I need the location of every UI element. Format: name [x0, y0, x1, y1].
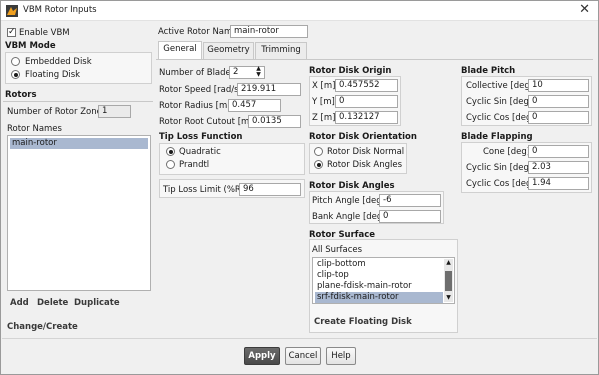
root-cutout-label: Rotor Root Cutout [m]	[159, 117, 253, 127]
collective-field[interactable]: 10	[528, 79, 589, 92]
flap-cyclic-sin-label: Cyclic Sin [deg]	[466, 163, 533, 173]
active-rotor-field[interactable]: main-rotor	[230, 25, 308, 38]
tab-trimming[interactable]: Trimming	[255, 42, 307, 59]
flap-cyclic-cos-label: Cyclic Cos [deg]	[466, 179, 535, 189]
pitch-cyclic-cos-label: Cyclic Cos [deg]	[466, 113, 535, 123]
vbm-rotor-inputs-dialog: VBM Rotor Inputs ✕ ✓ Enable VBM VBM Mode…	[0, 0, 599, 375]
tip-loss-limit-label: Tip Loss Limit (%R)	[163, 185, 245, 195]
blade-flapping-header: Blade Flapping	[461, 132, 533, 142]
rotor-speed-field[interactable]: 219.911	[237, 83, 301, 96]
rotor-names-label: Rotor Names	[7, 124, 62, 134]
origin-y-label: Y [m]	[312, 97, 335, 107]
scroll-thumb[interactable]	[445, 271, 452, 291]
title-bar: VBM Rotor Inputs ✕	[1, 1, 598, 21]
pitch-cyclic-sin-field[interactable]: 0	[528, 95, 589, 108]
duplicate-rotor-button[interactable]: Duplicate	[74, 298, 120, 308]
fluent-app-icon	[6, 5, 18, 17]
embedded-disk-radio[interactable]	[11, 57, 20, 66]
apply-button[interactable]: Apply	[244, 347, 280, 365]
flap-cyclic-sin-field[interactable]: 2.03	[528, 161, 589, 174]
pitch-angle-field[interactable]: -6	[379, 194, 441, 207]
bank-angle-label: Bank Angle [deg]	[312, 212, 386, 222]
rotor-zones-field[interactable]: 1	[98, 105, 131, 118]
delete-rotor-button[interactable]: Delete	[37, 298, 68, 308]
window-title: VBM Rotor Inputs	[23, 5, 97, 15]
origin-z-field[interactable]: 0.132127	[335, 111, 398, 124]
cancel-button[interactable]: Cancel	[285, 347, 321, 365]
pitch-angle-label: Pitch Angle [deg]	[312, 196, 385, 206]
cone-label: Cone [deg]	[483, 147, 531, 157]
footer-divider	[2, 338, 597, 339]
tab-geometry[interactable]: Geometry	[203, 42, 254, 59]
bank-angle-field[interactable]: 0	[379, 210, 441, 223]
pitch-cyclic-sin-label: Cyclic Sin [deg]	[466, 97, 533, 107]
origin-y-field[interactable]: 0	[335, 95, 398, 108]
collective-label: Collective [deg]	[466, 81, 534, 91]
surface-item[interactable]: plane-fdisk-main-rotor	[315, 281, 443, 292]
surface-scrollbar[interactable]: ▲ ▼	[444, 259, 453, 302]
active-rotor-label: Active Rotor Name	[158, 27, 238, 37]
create-floating-disk-button[interactable]: Create Floating Disk	[314, 317, 412, 327]
rotor-radius-label: Rotor Radius [m]	[159, 101, 231, 111]
add-rotor-button[interactable]: Add	[10, 298, 29, 308]
disk-angles-radio[interactable]	[314, 160, 323, 169]
quadratic-label: Quadratic	[179, 147, 221, 157]
quadratic-radio[interactable]	[166, 147, 175, 156]
tab-general[interactable]: General	[158, 41, 202, 59]
blade-pitch-header: Blade Pitch	[461, 66, 516, 76]
disk-angles-header: Rotor Disk Angles	[309, 181, 395, 191]
floating-disk-label: Floating Disk	[25, 70, 81, 80]
close-icon[interactable]: ✕	[579, 2, 590, 17]
surface-item[interactable]: clip-top	[315, 270, 443, 281]
rotor-name-item[interactable]: main-rotor	[10, 138, 148, 149]
origin-x-label: X [m]	[312, 81, 336, 91]
num-blades-label: Number of Blades	[159, 68, 236, 78]
flap-cyclic-cos-field[interactable]: 1.94	[528, 177, 589, 190]
embedded-disk-label: Embedded Disk	[25, 57, 92, 67]
rotors-divider	[3, 101, 153, 102]
rotor-radius-field[interactable]: 0.457	[228, 99, 281, 112]
root-cutout-field[interactable]: 0.0135	[248, 115, 301, 128]
surface-item[interactable]: clip-bottom	[315, 259, 443, 270]
pitch-cyclic-cos-field[interactable]: 0	[528, 111, 589, 124]
surface-item-selected[interactable]: srf-fdisk-main-rotor	[315, 292, 443, 303]
help-button[interactable]: Help	[326, 347, 356, 365]
rotors-header: Rotors	[5, 90, 37, 100]
rotor-zones-label: Number of Rotor Zones	[7, 107, 107, 117]
enable-vbm-label: Enable VBM	[19, 28, 70, 38]
disk-normal-label: Rotor Disk Normal	[327, 147, 405, 157]
prandtl-label: Prandtl	[179, 160, 210, 170]
tip-loss-header: Tip Loss Function	[159, 132, 243, 142]
tip-loss-limit-field[interactable]: 96	[239, 183, 301, 196]
disk-origin-header: Rotor Disk Origin	[309, 66, 392, 76]
scroll-up-icon[interactable]: ▲	[444, 259, 453, 266]
change-create-button[interactable]: Change/Create	[7, 322, 78, 332]
origin-x-field[interactable]: 0.457552	[335, 79, 398, 92]
down-arrow-icon[interactable]: ▼	[254, 72, 263, 78]
floating-disk-radio[interactable]	[11, 70, 20, 79]
vbm-mode-header: VBM Mode	[5, 41, 56, 51]
disk-normal-radio[interactable]	[314, 147, 323, 156]
all-surfaces-label: All Surfaces	[312, 245, 363, 255]
enable-vbm-checkbox[interactable]: ✓	[7, 28, 16, 37]
num-blades-stepper[interactable]: ▲ ▼	[254, 66, 263, 79]
origin-z-label: Z [m]	[312, 113, 336, 123]
rotor-names-list: main-rotor	[7, 135, 151, 291]
surface-list: clip-bottom clip-top plane-fdisk-main-ro…	[312, 257, 455, 304]
scroll-down-icon[interactable]: ▼	[444, 294, 453, 301]
disk-angles-label: Rotor Disk Angles	[327, 160, 403, 170]
disk-orientation-header: Rotor Disk Orientation	[309, 132, 417, 142]
rotor-speed-label: Rotor Speed [rad/s]	[159, 85, 242, 95]
cone-field[interactable]: 0	[528, 145, 589, 158]
prandtl-radio[interactable]	[166, 160, 175, 169]
